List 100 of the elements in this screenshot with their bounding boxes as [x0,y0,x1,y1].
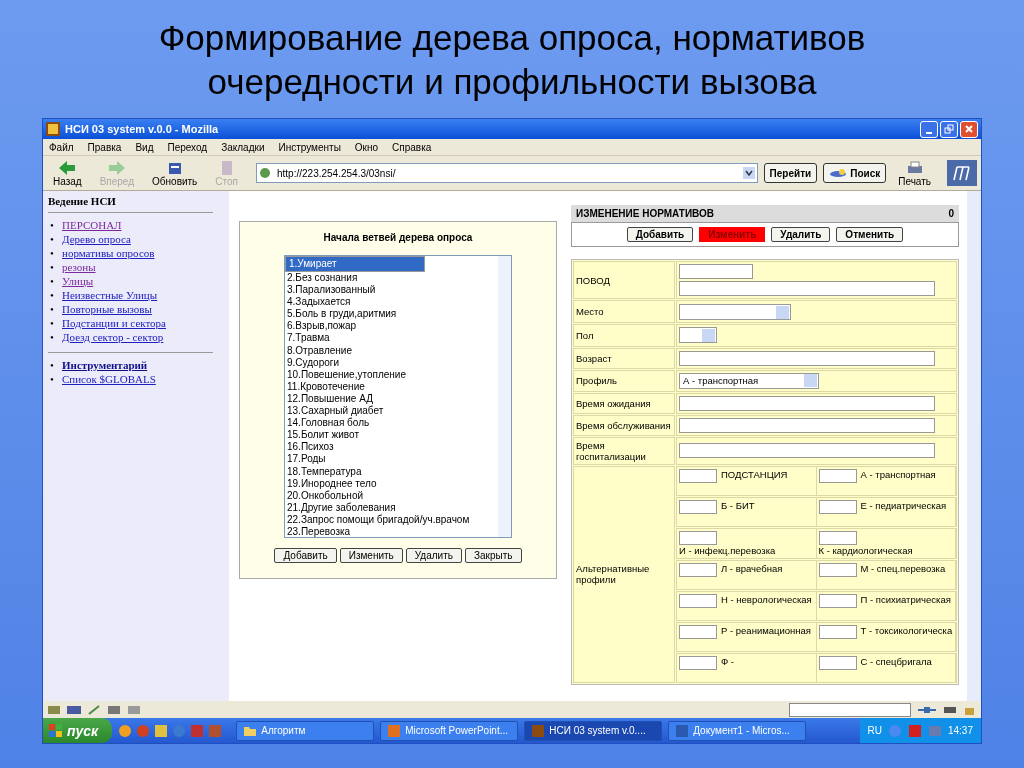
list-item[interactable]: 8.Отравление [285,344,498,357]
list-item[interactable]: 4.Задыхается [285,296,498,309]
taskbar-button[interactable]: Алгоритм [236,720,375,741]
menu-item[interactable]: Файл [49,141,74,153]
start-button[interactable]: пуск [43,718,113,743]
sidebar-link[interactable]: Повторные вызовы [62,303,152,315]
form-button[interactable]: Изменить [339,548,403,563]
form-button[interactable]: Добавить [626,227,694,242]
restore-button[interactable] [940,120,958,138]
list-item[interactable]: 20.Онкобольной [285,489,498,502]
input-field[interactable] [679,350,935,366]
input-field[interactable] [679,530,717,545]
input-field[interactable] [679,417,935,433]
list-item[interactable]: 14.Головная боль [285,417,498,430]
sidebar-link[interactable]: резоны [62,261,96,273]
dropdown-icon[interactable] [742,167,755,179]
input-field[interactable] [679,443,935,458]
folder-icon[interactable] [154,723,169,738]
toolbar-button[interactable]: Назад [47,159,88,187]
left-arrow-icon [57,159,78,176]
list-item[interactable]: 13.Сахарный диабет [285,405,498,418]
sidebar-link[interactable]: Список $GLOBALS [62,373,156,385]
sidebar-link[interactable]: Дерево опроса [62,233,131,245]
input-field[interactable] [679,499,717,514]
toolbar-button[interactable]: Обновить [146,159,204,187]
input-field[interactable] [679,624,717,639]
go-button[interactable]: Перейти [763,163,818,183]
input-field[interactable] [818,468,857,483]
scrollbar[interactable] [498,256,511,537]
input-field[interactable] [818,593,857,608]
sidebar-link[interactable]: Подстанции и сектора [62,317,166,329]
taskbar-button[interactable]: НСИ 03 system v.0.... [524,720,663,741]
input-field[interactable] [818,624,857,639]
list-item[interactable]: 2.Без сознания [285,272,498,285]
input-field[interactable] [679,655,717,670]
list-item[interactable]: 15.Болит живот [285,429,498,442]
sidebar-link[interactable]: нормативы опросов [62,247,155,259]
address-field[interactable]: http://223.254.254.3/03nsi/ [256,163,758,183]
profile-label: ПОДСТАНЦИЯ [721,468,788,480]
menu-item[interactable]: Правка [87,141,122,153]
input-field[interactable] [679,281,935,296]
input-field[interactable] [679,395,935,411]
input-field[interactable] [818,655,857,670]
list-bullet: • [50,330,55,344]
profile-label: М - спец.перевозка [860,562,946,574]
menu-item[interactable]: Справка [392,141,432,153]
menu-item[interactable]: Окно [354,141,379,153]
list-item[interactable]: 22.Запрос помощи бригадой/уч.врачом [285,513,498,526]
dropdown[interactable] [679,327,717,343]
profile-label: К - кардиологическая [818,544,913,556]
input-field[interactable] [818,562,857,577]
list-item[interactable]: 16.Психоз [285,441,498,454]
print-button[interactable]: Печать [892,159,937,187]
sidebar-link[interactable]: Доезд сектор - сектор [62,331,164,343]
taskbar-button[interactable]: Microsoft PowerPoint... [380,720,519,741]
form-button[interactable]: Отменить [836,227,904,242]
sidebar-link[interactable]: Неизвестные Улицы [62,289,158,301]
input-field[interactable] [818,530,857,545]
input-field[interactable] [679,264,753,279]
list-item[interactable]: 12.Повышение АД [285,392,498,406]
minimize-button[interactable] [920,120,938,138]
menu-item[interactable]: Закладки [221,141,265,153]
form-button[interactable]: Удалить [771,227,831,242]
list-item[interactable]: 11.Кровотечение [285,380,498,393]
list-item[interactable]: 1.Умирает [285,256,425,272]
list-item[interactable]: 17.Роды [285,453,498,466]
taskbar-button[interactable]: Документ1 - Micros... [668,720,807,741]
input-field[interactable] [679,468,717,483]
form-button[interactable]: Добавить [274,548,337,563]
list-item[interactable]: 23.Перевозка [285,525,498,539]
menu-item[interactable]: Вид [135,141,154,153]
list-item[interactable]: 5.Боль в груди,аритмия [285,308,498,321]
list-item[interactable]: 6.Взрыв,пожар [285,320,498,333]
input-field[interactable] [818,499,857,514]
field-label: Возраст [573,347,675,369]
list-box[interactable] [284,255,512,538]
form-button[interactable]: Закрыть [465,548,522,563]
search-icon [829,168,848,178]
close-button[interactable] [960,120,978,138]
field-label: Альтернативные профили [573,465,675,683]
list-item[interactable]: 21.Другие заболевания [285,501,498,514]
menu-item[interactable]: Инструменты [278,141,341,153]
dropdown[interactable] [679,304,791,320]
list-item[interactable]: 19.Инороднее тело [285,477,498,490]
sidebar-link[interactable]: ПЕРСОНАЛ [62,219,122,231]
list-item[interactable]: 10.Повешение,утопление [285,368,498,381]
list-item[interactable]: 7.Травма [285,332,498,345]
list-item[interactable]: 3.Парализованный [285,284,498,297]
input-field[interactable] [679,593,717,608]
pen-icon[interactable] [87,703,101,716]
sidebar-link[interactable]: Инструментарий [62,359,148,371]
menu-item[interactable]: Переход [167,141,208,153]
list-item[interactable]: 9.Судороги [285,356,498,369]
scrollbar[interactable] [967,191,981,701]
sidebar-link[interactable]: Улицы [62,275,94,287]
dropdown[interactable]: А - транспортная [679,372,819,389]
form-button[interactable]: Удалить [405,548,462,563]
input-field[interactable] [679,562,717,577]
list-item[interactable]: 18.Температура [285,465,498,478]
search-button[interactable]: Поиск [823,163,887,183]
